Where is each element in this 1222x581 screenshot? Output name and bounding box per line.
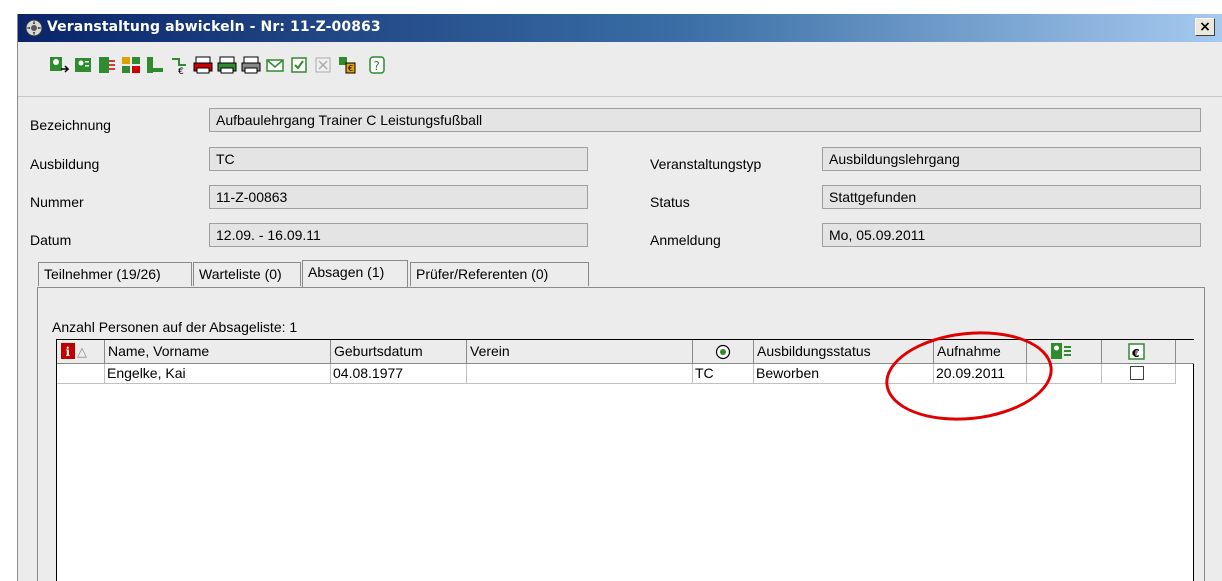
table-cell-people[interactable] [1027, 364, 1102, 384]
tab-teilnehmer[interactable]: Teilnehmer (19/26) [38, 262, 192, 286]
veranstaltungstyp-field[interactable]: Ausbildungslehrgang [822, 147, 1201, 171]
title-bar[interactable]: Veranstaltung abwickeln - Nr: 11-Z-00863… [18, 14, 1222, 42]
bezeichnung-field[interactable]: Aufbaulehrgang Trainer C Leistungsfußbal… [209, 108, 1201, 132]
table-header-ausbildungsstatus[interactable]: Ausbildungsstatus [754, 340, 934, 364]
anmeldung-field[interactable]: Mo, 05.09.2011 [822, 223, 1201, 247]
ausbildung-field[interactable]: TC [209, 147, 588, 171]
printer-2-icon[interactable] [216, 54, 238, 76]
close-button[interactable]: × [1195, 18, 1215, 36]
disabled-x-icon [312, 54, 334, 76]
table-header-people[interactable] [1027, 340, 1102, 364]
svg-text:i: i [66, 345, 71, 359]
window-title: Veranstaltung abwickeln - Nr: 11-Z-00863 [47, 19, 381, 35]
printer-3-icon[interactable] [240, 54, 262, 76]
person-edit-icon[interactable] [144, 54, 166, 76]
sort-triangle-icon: △ [77, 344, 87, 359]
bezeichnung-label: Bezeichnung [30, 117, 111, 133]
envelope-icon[interactable] [264, 54, 286, 76]
people-money-icon[interactable]: € [336, 54, 358, 76]
table-cell-bezahlt[interactable] [1102, 364, 1176, 384]
absage-count-text: Anzahl Personen auf der Absageliste: 1 [52, 319, 298, 335]
absage-table: i △ Name, Vorname Geburtsdatum Verein Au… [56, 339, 1194, 581]
table-header-aufnahme[interactable]: Aufnahme [934, 340, 1027, 364]
person-list-icon[interactable] [96, 54, 118, 76]
table-header-verein[interactable]: Verein [467, 340, 693, 364]
tab-warteliste[interactable]: Warteliste (0) [193, 262, 301, 286]
table-cell-geburtsdatum[interactable]: 04.08.1977 [331, 364, 467, 384]
check-icon[interactable] [288, 54, 310, 76]
target-icon [715, 344, 731, 360]
table-cell-name[interactable]: Engelke, Kai [105, 364, 331, 384]
datum-label: Datum [30, 232, 72, 248]
svg-text:€: € [178, 67, 184, 75]
table-header-info[interactable]: i △ [57, 340, 105, 364]
printer-icon[interactable] [192, 54, 214, 76]
svg-text:?: ? [374, 59, 380, 73]
people-icon [1051, 343, 1071, 359]
veranstaltungstyp-label: Veranstaltungstyp [650, 156, 762, 172]
table-cell-ausbildung[interactable]: TC [693, 364, 754, 384]
nummer-field[interactable]: 11-Z-00863 [209, 185, 588, 209]
table-cell-marker[interactable] [57, 364, 105, 384]
table-header-filler [1176, 340, 1194, 364]
table-header-target[interactable] [693, 340, 754, 364]
tab-pruefer-referenten[interactable]: Prüfer/Referenten (0) [410, 262, 589, 286]
table-header-euro[interactable]: € [1102, 340, 1176, 364]
datum-field[interactable]: 12.09. - 16.09.11 [209, 223, 588, 247]
svg-text:€: € [1131, 347, 1140, 360]
tab-absagen[interactable]: Absagen (1) [302, 260, 408, 287]
status-label: Status [650, 194, 690, 210]
toolbar-separator [18, 96, 1222, 97]
help-icon[interactable]: ? [366, 54, 388, 76]
table-header-name[interactable]: Name, Vorname [105, 340, 331, 364]
table-cell-ausbildungsstatus[interactable]: Beworben [754, 364, 934, 384]
transfer-euro-icon[interactable]: € [168, 54, 190, 76]
table-cell-aufnahme[interactable]: 20.09.2011 [934, 364, 1027, 384]
anmeldung-label: Anmeldung [650, 232, 721, 248]
euro-icon: € [1128, 343, 1145, 360]
nummer-label: Nummer [30, 194, 84, 210]
people-grid-icon[interactable] [120, 54, 142, 76]
background-edge [0, 0, 17, 581]
gear-ball-icon [25, 19, 43, 37]
info-icon: i [61, 343, 75, 359]
dialog-window: Veranstaltung abwickeln - Nr: 11-Z-00863… [17, 14, 1222, 581]
svg-text:€: € [348, 64, 353, 73]
person-arrow-icon[interactable] [48, 54, 70, 76]
table-cell-verein[interactable] [467, 364, 693, 384]
status-field[interactable]: Stattgefunden [822, 185, 1201, 209]
person-card-icon[interactable] [72, 54, 94, 76]
bezahlt-checkbox[interactable] [1130, 366, 1144, 380]
ausbildung-label: Ausbildung [30, 156, 100, 172]
table-header-geburtsdatum[interactable]: Geburtsdatum [331, 340, 467, 364]
